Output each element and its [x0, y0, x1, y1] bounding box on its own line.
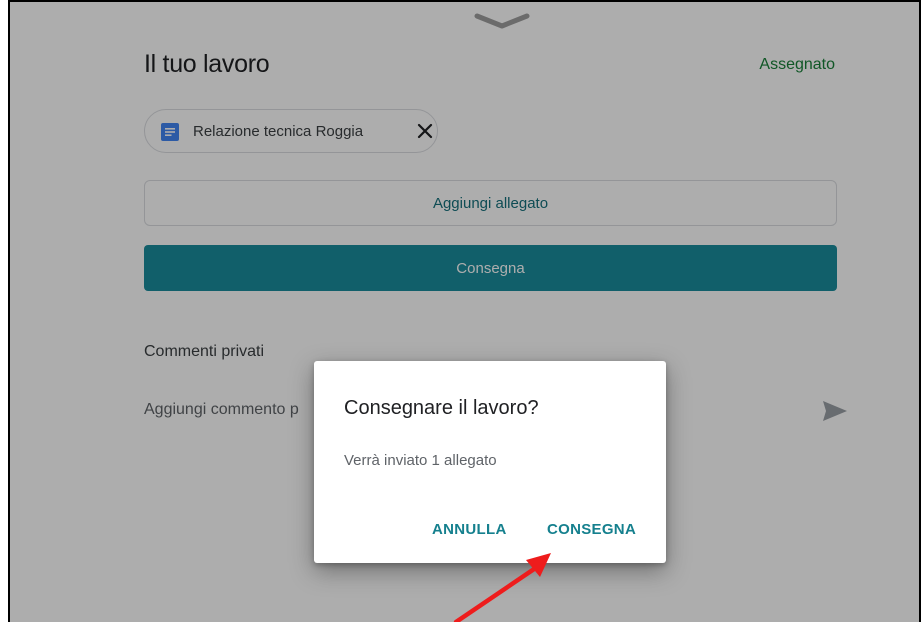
confirm-submit-button[interactable]: CONSEGNA [547, 521, 636, 538]
dialog-message: Verrà inviato 1 allegato [344, 452, 497, 469]
dialog-title: Consegnare il lavoro? [344, 397, 539, 419]
confirm-dialog: Consegnare il lavoro? Verrà inviato 1 al… [314, 361, 666, 563]
cancel-button[interactable]: ANNULLA [432, 521, 507, 538]
app-frame: Il tuo lavoro Assegnato Relazione tecnic… [8, 0, 921, 622]
